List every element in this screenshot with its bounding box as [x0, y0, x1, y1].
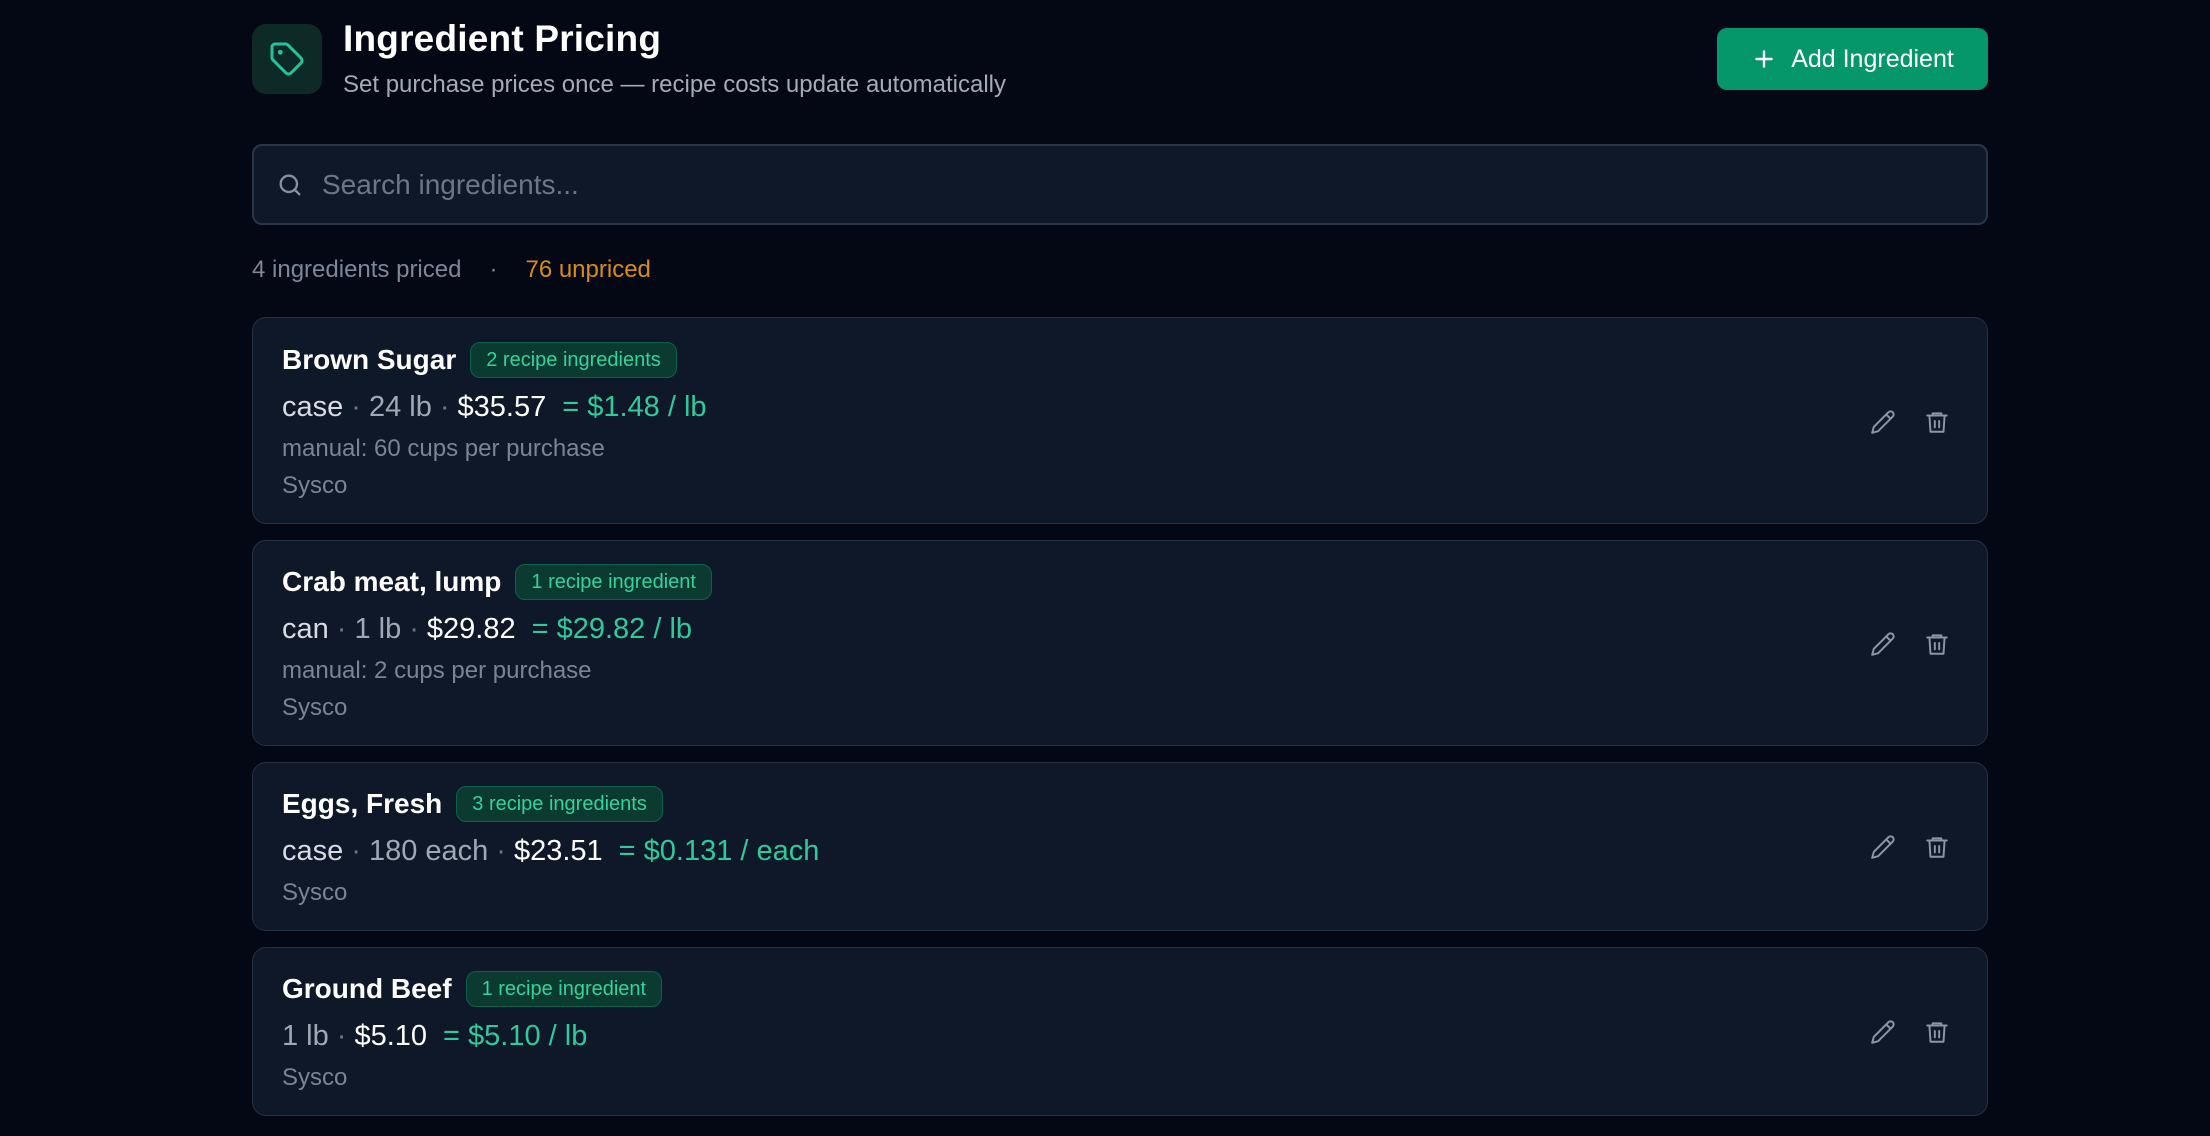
- purchase-price: $23.51: [513, 835, 603, 867]
- vendor-name: Sysco: [282, 472, 348, 499]
- delete-button[interactable]: [1920, 405, 1954, 439]
- pricing-stats: 4 ingredients priced · 76 unpriced: [252, 256, 651, 284]
- recipe-count-badge[interactable]: 2 recipe ingredients: [470, 342, 677, 378]
- purchase-unit: case: [282, 835, 344, 867]
- purchase-line: case · 180 each · $23.51 = $0.131 / each: [282, 835, 820, 867]
- pencil-icon: [1870, 631, 1896, 657]
- ingredient-card: Eggs, Fresh 3 recipe ingredients case · 18…: [252, 762, 1988, 931]
- purchase-quantity: 180 each: [368, 835, 489, 867]
- purchase-price: $35.57: [457, 391, 547, 423]
- recipe-count-badge[interactable]: 3 recipe ingredients: [456, 786, 663, 822]
- edit-button[interactable]: [1866, 830, 1900, 864]
- ingredient-pricing-page: Ingredient Pricing Set purchase prices o…: [252, 0, 1988, 1116]
- trash-icon: [1924, 1019, 1950, 1045]
- purchase-price: $5.10: [354, 1020, 428, 1052]
- unit-rate: = $5.10 / lb: [443, 1020, 588, 1052]
- search-bar: [252, 144, 1988, 225]
- search-input[interactable]: [320, 167, 1986, 202]
- manual-conversion: manual: 2 cups per purchase: [282, 657, 592, 684]
- priced-count: 4 ingredients priced: [252, 256, 462, 283]
- ingredient-card: Brown Sugar 2 recipe ingredients case · 24…: [252, 317, 1988, 524]
- ingredient-card: Crab meat, lump 1 recipe ingredient can ·…: [252, 540, 1988, 746]
- trash-icon: [1924, 409, 1950, 435]
- add-ingredient-label: Add Ingredient: [1791, 44, 1954, 73]
- purchase-price: $29.82: [426, 613, 516, 645]
- edit-button[interactable]: [1866, 1015, 1900, 1049]
- tag-icon: [252, 24, 322, 94]
- ingredient-name: Brown Sugar: [282, 344, 457, 375]
- ingredient-name: Eggs, Fresh: [282, 788, 443, 819]
- page-title: Ingredient Pricing: [343, 18, 662, 59]
- trash-icon: [1924, 834, 1950, 860]
- delete-button[interactable]: [1920, 627, 1954, 661]
- pencil-icon: [1870, 1019, 1896, 1045]
- purchase-line: 1 lb · $5.10 = $5.10 / lb: [282, 1020, 588, 1052]
- purchase-quantity: 1 lb: [282, 1020, 329, 1052]
- delete-button[interactable]: [1920, 830, 1954, 864]
- purchase-line: can · 1 lb · $29.82 = $29.82 / lb: [282, 613, 693, 645]
- purchase-line: case · 24 lb · $35.57 = $1.48 / lb: [282, 391, 707, 423]
- manual-conversion: manual: 60 cups per purchase: [282, 435, 605, 462]
- purchase-unit: can: [282, 613, 329, 645]
- edit-button[interactable]: [1866, 405, 1900, 439]
- search-icon: [274, 169, 306, 201]
- recipe-count-badge[interactable]: 1 recipe ingredient: [465, 971, 663, 1007]
- pencil-icon: [1870, 409, 1896, 435]
- ingredient-card: Ground Beef 1 recipe ingredient 1 lb · $5.…: [252, 947, 1988, 1116]
- recipe-count-badge[interactable]: 1 recipe ingredient: [515, 564, 712, 600]
- plus-icon: [1751, 46, 1777, 72]
- edit-button[interactable]: [1866, 627, 1900, 661]
- ingredient-name: Ground Beef: [282, 973, 452, 1004]
- page-header: Ingredient Pricing Set purchase prices o…: [252, 0, 1988, 120]
- vendor-name: Sysco: [282, 1064, 348, 1091]
- stats-separator: ·: [489, 256, 498, 283]
- unit-rate: = $1.48 / lb: [562, 391, 707, 423]
- add-ingredient-button[interactable]: Add Ingredient: [1717, 28, 1988, 90]
- purchase-quantity: 24 lb: [368, 391, 432, 423]
- vendor-name: Sysco: [282, 694, 348, 721]
- unit-rate: = $0.131 / each: [618, 835, 820, 867]
- purchase-unit: case: [282, 391, 344, 423]
- page-subtitle: Set purchase prices once — recipe costs …: [343, 71, 1007, 98]
- vendor-name: Sysco: [282, 879, 348, 906]
- unit-rate: = $29.82 / lb: [531, 613, 693, 645]
- pencil-icon: [1870, 834, 1896, 860]
- unpriced-count: 76 unpriced: [525, 256, 651, 283]
- delete-button[interactable]: [1920, 1015, 1954, 1049]
- purchase-quantity: 1 lb: [354, 613, 402, 645]
- ingredient-name: Crab meat, lump: [282, 566, 502, 597]
- trash-icon: [1924, 631, 1950, 657]
